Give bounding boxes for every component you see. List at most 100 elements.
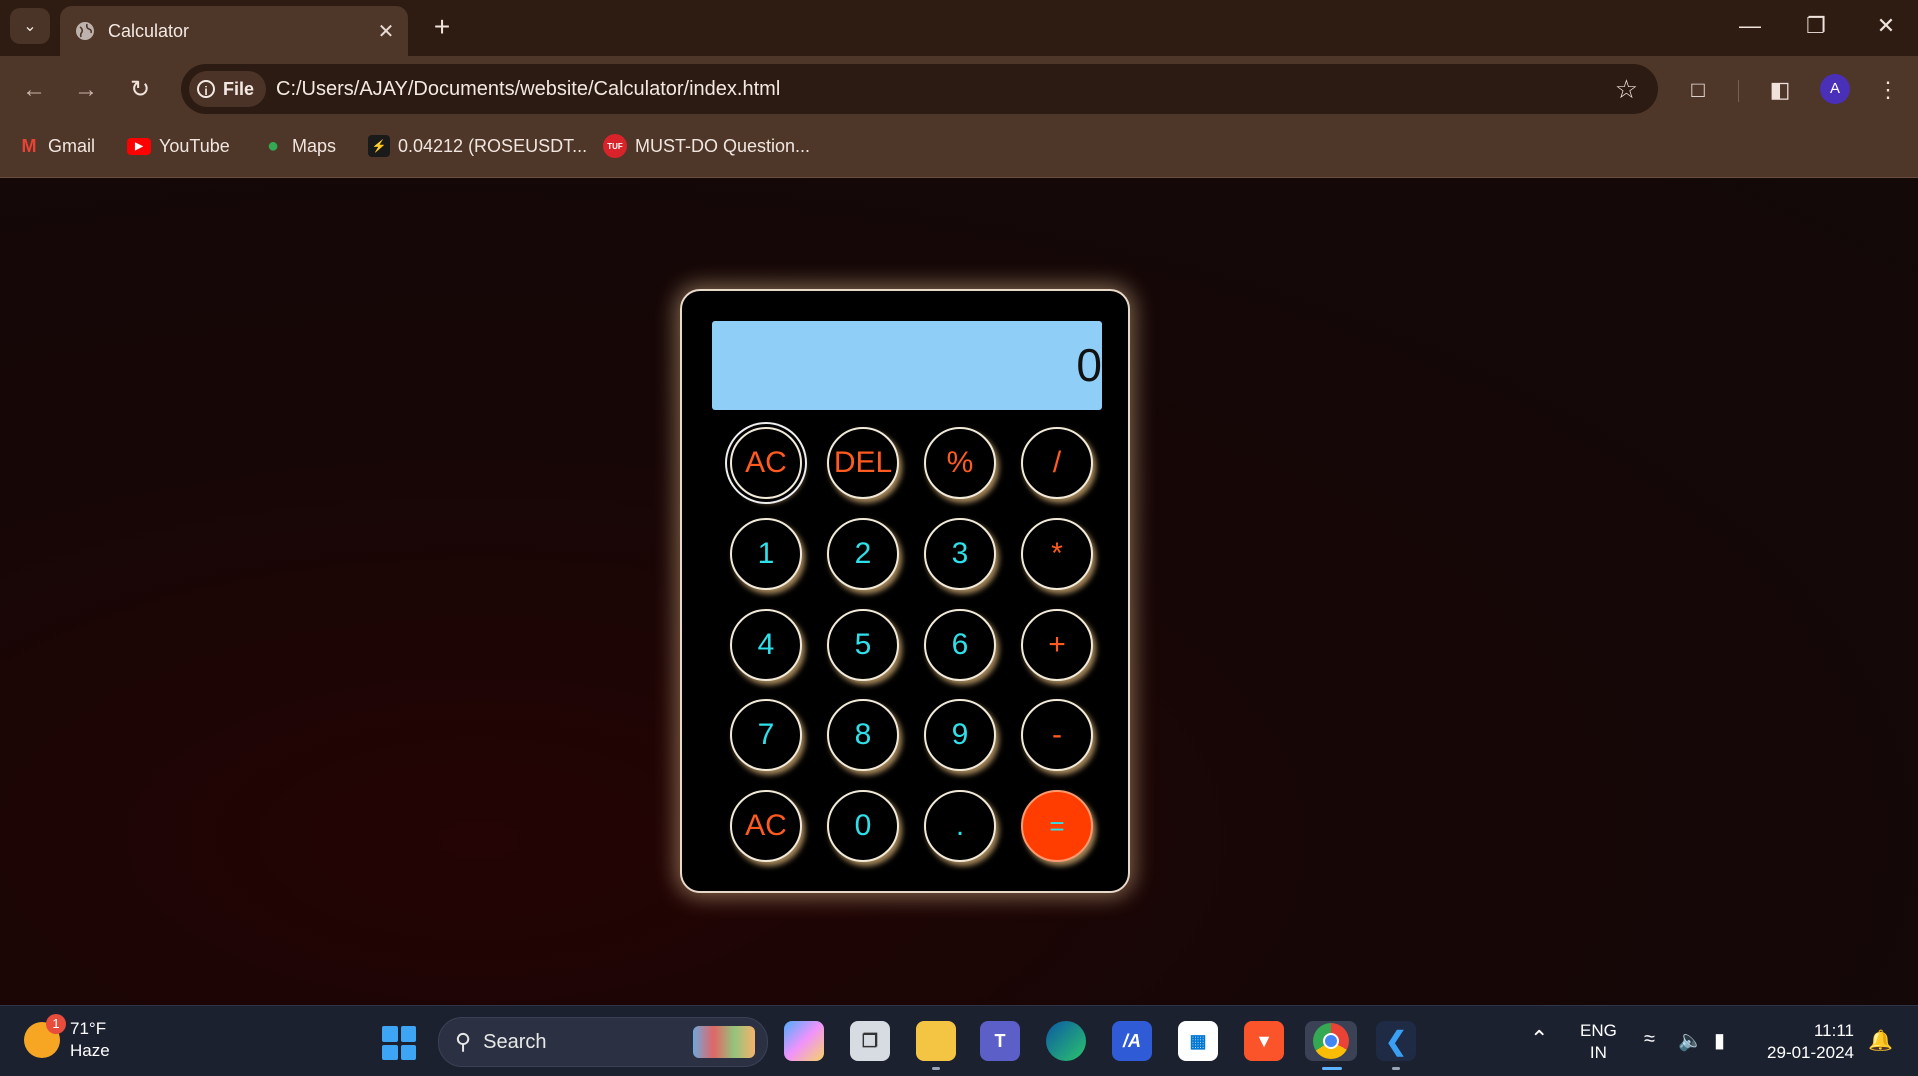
menu-kebab-icon[interactable]: ⋮ (1870, 72, 1906, 108)
bookmarks-bar: M Gmail ▶ YouTube ● Maps ⚡ 0.04212 (ROSE… (0, 124, 1918, 178)
tab-search-button[interactable]: ⌄ (10, 8, 50, 44)
key-0[interactable]: 0 (827, 790, 899, 862)
key-multiply[interactable]: * (1021, 518, 1093, 590)
weather-description: Haze (70, 1041, 110, 1060)
edge-icon[interactable] (1046, 1021, 1086, 1061)
calculator: 0 AC DEL % / 1 2 3 * 4 5 6 + 7 8 9 - AC … (680, 289, 1130, 893)
bookmark-gmail[interactable]: M Gmail (18, 124, 96, 168)
windows-taskbar: 1 71°F Haze ⚲ Search ❐ T /A ▦ ▼ ❮ ⌃ ENG … (0, 1005, 1918, 1076)
site-info-chip[interactable]: i File (189, 71, 267, 107)
brave-icon[interactable]: ▼ (1244, 1021, 1284, 1061)
wifi-icon[interactable]: ≈ (1644, 1028, 1655, 1051)
reload-button[interactable]: ↻ (122, 72, 158, 108)
lightning-icon: ⚡ (368, 135, 390, 157)
bookmark-star-icon[interactable]: ☆ (1615, 64, 1638, 114)
browser-titlebar: ⌄ Calculator ✕ + — ❐ ✕ (0, 0, 1918, 56)
globe-icon (76, 22, 94, 40)
key-minus[interactable]: - (1021, 699, 1093, 771)
url-text[interactable]: C:/Users/AJAY/Documents/website/Calculat… (276, 64, 780, 114)
app-icon[interactable]: /A (1112, 1021, 1152, 1061)
copilot-icon[interactable] (784, 1021, 824, 1061)
tab-calculator[interactable]: Calculator ✕ (60, 6, 408, 56)
key-divide[interactable]: / (1021, 427, 1093, 499)
notification-badge: 1 (46, 1014, 66, 1034)
new-tab-button[interactable]: + (425, 10, 459, 44)
clock[interactable]: 11:11 29-01-2024 (1762, 1020, 1854, 1064)
tab-title: Calculator (108, 20, 190, 41)
key-1[interactable]: 1 (730, 518, 802, 590)
key-2[interactable]: 2 (827, 518, 899, 590)
bookmark-must-do[interactable]: TUF MUST-DO Question... (603, 124, 810, 168)
show-hidden-icons-chevron-icon[interactable]: ⌃ (1530, 1026, 1548, 1052)
key-8[interactable]: 8 (827, 699, 899, 771)
key-ac-bottom[interactable]: AC (730, 790, 802, 862)
key-9[interactable]: 9 (924, 699, 996, 771)
key-6[interactable]: 6 (924, 609, 996, 681)
chevron-down-icon: ⌄ (23, 18, 37, 35)
forward-button[interactable]: → (68, 72, 104, 108)
taskbar-search[interactable]: ⚲ Search (438, 1017, 768, 1067)
bookmark-label: Maps (292, 135, 337, 156)
running-indicator (932, 1067, 940, 1070)
windows-start-icon[interactable] (382, 1026, 416, 1060)
info-icon: i (197, 80, 215, 98)
key-equals[interactable]: = (1021, 790, 1093, 862)
bookmark-maps[interactable]: ● Maps (262, 124, 336, 168)
address-bar[interactable]: i File C:/Users/AJAY/Documents/website/C… (181, 64, 1658, 114)
key-7[interactable]: 7 (730, 699, 802, 771)
back-button[interactable]: ← (16, 72, 52, 108)
close-tab-icon[interactable]: ✕ (370, 19, 402, 44)
page-viewport: 0 AC DEL % / 1 2 3 * 4 5 6 + 7 8 9 - AC … (0, 178, 1918, 1005)
volume-icon[interactable]: 🔈 (1678, 1028, 1703, 1053)
bookmark-label: 0.04212 (ROSEUSDT... (398, 135, 588, 156)
gmail-icon: M (21, 135, 37, 156)
search-icon: ⚲ (455, 1029, 472, 1054)
search-highlight-image (693, 1026, 755, 1058)
youtube-icon: ▶ (127, 137, 151, 155)
bookmark-label: YouTube (159, 135, 230, 156)
vscode-icon[interactable]: ❮ (1376, 1021, 1416, 1061)
weather-haze-icon: 1 (24, 1014, 66, 1058)
file-explorer-icon[interactable] (916, 1021, 956, 1061)
bookmark-roseusdt[interactable]: ⚡ 0.04212 (ROSEUSDT... (368, 124, 587, 168)
teams-icon[interactable]: T (980, 1021, 1020, 1061)
region-code: IN (1589, 1043, 1607, 1062)
browser-toolbar: ← → ↻ i File C:/Users/AJAY/Documents/web… (0, 56, 1918, 124)
battery-icon[interactable]: ▮ (1714, 1028, 1725, 1053)
active-indicator (1322, 1067, 1342, 1070)
tuf-icon: TUF (603, 134, 627, 158)
extensions-icon[interactable]: □ (1680, 72, 1716, 108)
clock-time: 11:11 (1813, 1021, 1854, 1040)
key-ac[interactable]: AC (730, 427, 802, 499)
chrome-icon[interactable] (1305, 1021, 1357, 1061)
key-3[interactable]: 3 (924, 518, 996, 590)
bookmark-label: Gmail (48, 135, 96, 156)
language-code: ENG (1580, 1021, 1617, 1040)
side-panel-icon[interactable]: ◧ (1762, 72, 1798, 108)
key-percent[interactable]: % (924, 427, 996, 499)
calculator-display: 0 (712, 321, 1102, 410)
weather-widget[interactable]: 1 71°F Haze (24, 1014, 110, 1062)
profile-avatar[interactable]: A (1820, 74, 1850, 104)
display-value: 0 (1076, 339, 1102, 391)
bookmark-label: MUST-DO Question... (635, 135, 811, 156)
key-del[interactable]: DEL (827, 427, 899, 499)
bookmark-youtube[interactable]: ▶ YouTube (127, 124, 230, 168)
maps-pin-icon: ● (266, 134, 280, 157)
clock-date: 29-01-2024 (1767, 1043, 1854, 1062)
key-plus[interactable]: + (1021, 609, 1093, 681)
weather-temperature: 71°F (70, 1019, 107, 1038)
restore-button[interactable]: ❐ (1788, 8, 1844, 44)
close-window-button[interactable]: ✕ (1858, 8, 1914, 44)
minimize-button[interactable]: — (1722, 8, 1778, 44)
key-5[interactable]: 5 (827, 609, 899, 681)
running-indicator (1392, 1067, 1400, 1070)
toolbar-divider (1738, 80, 1739, 102)
task-view-icon[interactable]: ❐ (850, 1021, 890, 1061)
microsoft-store-icon[interactable]: ▦ (1178, 1021, 1218, 1061)
key-decimal[interactable]: . (924, 790, 996, 862)
key-4[interactable]: 4 (730, 609, 802, 681)
notification-bell-icon[interactable]: 🔔 (1868, 1028, 1893, 1053)
language-indicator[interactable]: ENG IN (1580, 1020, 1617, 1064)
site-info-label: File (223, 78, 255, 99)
